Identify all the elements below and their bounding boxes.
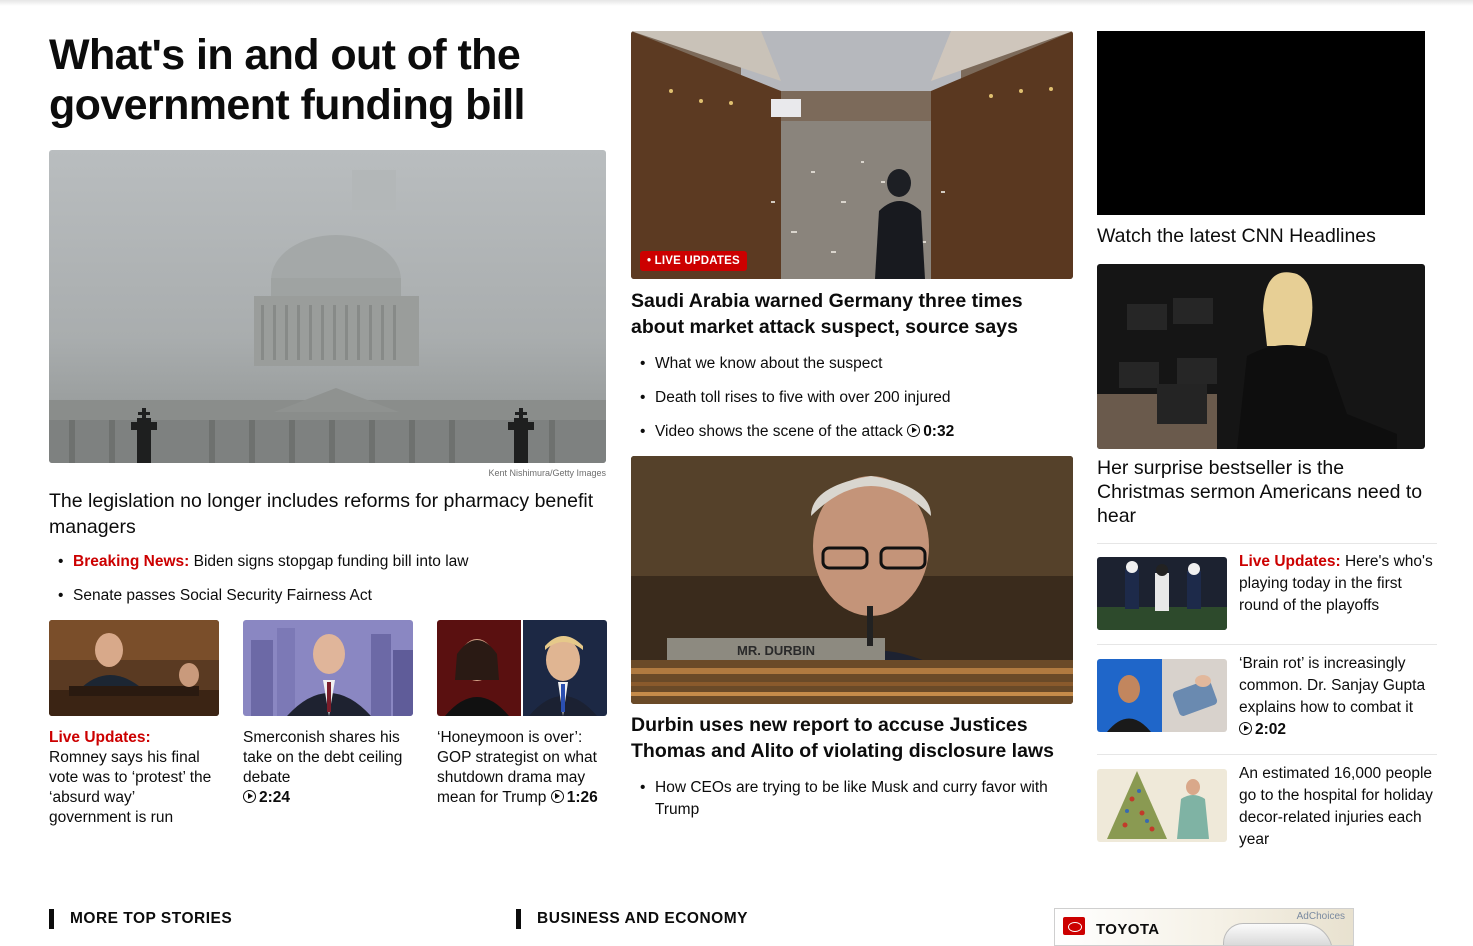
bullet-text: Death toll rises to five with over 200 i… bbox=[655, 389, 951, 406]
play-icon bbox=[550, 790, 564, 803]
bullet-text: Biden signs stopgap funding bill into la… bbox=[193, 553, 469, 570]
middle-bullet-item[interactable]: What we know about the suspect bbox=[631, 354, 1073, 374]
lead-headline-link[interactable]: What's in and out of the government fund… bbox=[49, 30, 606, 130]
live-updates-label: Live Updates: bbox=[1239, 553, 1341, 570]
durbin-photo: MR. DURBIN bbox=[631, 456, 1073, 704]
story-cards: Live Updates: Romney says his final vote … bbox=[49, 620, 607, 828]
side-story[interactable]: Live Updates: Here's who's playing today… bbox=[1097, 543, 1437, 630]
lead-headline: What's in and out of the government fund… bbox=[49, 31, 526, 129]
card-title: ‘Honeymoon is over’: GOP strategist on w… bbox=[437, 728, 607, 808]
bullet-text: How CEOs are trying to be like Musk and … bbox=[655, 779, 1048, 818]
breaking-news-label: Breaking News: bbox=[73, 553, 190, 570]
feature-photo bbox=[1097, 264, 1425, 449]
holiday-thumbnail bbox=[1097, 769, 1227, 842]
video-player[interactable] bbox=[1097, 31, 1425, 215]
lead-bullets: Breaking News: Biden signs stopgap fundi… bbox=[49, 552, 606, 606]
side-story-title: Live Updates: Here's who's playing today… bbox=[1239, 551, 1437, 630]
live-updates-badge: • LIVE UPDATES bbox=[640, 251, 747, 271]
car-image bbox=[1223, 923, 1333, 945]
middle-bullets: What we know about the suspect Death tol… bbox=[631, 354, 1073, 442]
smerconish-thumbnail bbox=[243, 620, 413, 716]
market-photo bbox=[631, 31, 1073, 279]
image-credit: Kent Nishimura/Getty Images bbox=[488, 468, 606, 478]
story-card[interactable]: Live Updates: Romney says his final vote … bbox=[49, 620, 219, 828]
side-story-title: ‘Brain rot’ is increasingly common. Dr. … bbox=[1239, 653, 1437, 741]
lede-link[interactable]: The legislation no longer includes refor… bbox=[49, 488, 606, 540]
ad-choices-link[interactable]: AdChoices bbox=[1297, 911, 1345, 922]
feature-headline: Her surprise bestseller is the Christmas… bbox=[1097, 457, 1423, 527]
side-story-title: An estimated 16,000 people go to the hos… bbox=[1239, 763, 1437, 851]
lead-bullet-item[interactable]: Breaking News: Biden signs stopgap fundi… bbox=[49, 552, 606, 572]
story-card[interactable]: ‘Honeymoon is over’: GOP strategist on w… bbox=[437, 620, 607, 828]
live-updates-label: Live Updates: bbox=[49, 729, 151, 746]
side-story[interactable]: ‘Brain rot’ is increasingly common. Dr. … bbox=[1097, 644, 1437, 741]
feature-image[interactable] bbox=[1097, 264, 1425, 449]
top-shadow bbox=[0, 0, 1473, 6]
capitol-photo bbox=[49, 150, 606, 463]
story-card[interactable]: Smerconish shares his take on the debt c… bbox=[243, 620, 413, 828]
side-story[interactable]: An estimated 16,000 people go to the hos… bbox=[1097, 754, 1437, 851]
durbin-headline: Durbin uses new report to accuse Justice… bbox=[631, 714, 1054, 762]
lead-lede: The legislation no longer includes refor… bbox=[49, 490, 594, 538]
durbin-bullets: How CEOs are trying to be like Musk and … bbox=[631, 777, 1073, 821]
play-icon bbox=[243, 790, 256, 803]
honeymoon-thumbnail bbox=[437, 620, 607, 716]
middle-bullet-item[interactable]: Death toll rises to five with over 200 i… bbox=[631, 388, 1073, 408]
bullet-text: Video shows the scene of the attack bbox=[655, 423, 903, 440]
video-duration: 2:24 bbox=[243, 789, 290, 806]
section-more-top-stories[interactable]: MORE TOP STORIES bbox=[49, 909, 232, 929]
capitol-image[interactable] bbox=[49, 150, 606, 463]
toyota-logo-icon bbox=[1063, 917, 1085, 935]
lead-story: What's in and out of the government fund… bbox=[49, 30, 607, 828]
middle-bullet-item[interactable]: Video shows the scene of the attack 0:32 bbox=[631, 422, 1073, 442]
bullet-text: What we know about the suspect bbox=[655, 355, 883, 372]
durbin-image[interactable]: MR. DURBIN bbox=[631, 456, 1073, 704]
market-image[interactable]: • LIVE UPDATES bbox=[631, 31, 1073, 279]
video-duration: 1:26 bbox=[550, 789, 598, 806]
video-duration: 2:02 bbox=[1239, 721, 1286, 738]
bullet-text: Senate passes Social Security Fairness A… bbox=[73, 587, 372, 604]
football-thumbnail bbox=[1097, 557, 1227, 630]
video-title-link[interactable]: Watch the latest CNN Headlines bbox=[1097, 224, 1437, 248]
middle-column: • LIVE UPDATES Saudi Arabia warned Germa… bbox=[631, 31, 1073, 835]
video-title: Watch the latest CNN Headlines bbox=[1097, 225, 1376, 247]
lead-bullet-item[interactable]: Senate passes Social Security Fairness A… bbox=[49, 586, 606, 606]
feature-headline-link[interactable]: Her surprise bestseller is the Christmas… bbox=[1097, 456, 1437, 528]
card-text: Romney says his final vote was to ‘prote… bbox=[49, 749, 212, 826]
toyota-ad[interactable]: TOYOTA AdChoices bbox=[1054, 908, 1354, 946]
card-text: Smerconish shares his take on the debt c… bbox=[243, 729, 403, 786]
side-story-text: ‘Brain rot’ is increasingly common. Dr. … bbox=[1239, 655, 1426, 716]
middle-headline: Saudi Arabia warned Germany three times … bbox=[631, 290, 1023, 338]
romney-thumbnail bbox=[49, 620, 219, 716]
durbin-bullet-item[interactable]: How CEOs are trying to be like Musk and … bbox=[631, 777, 1073, 821]
nameplate: MR. DURBIN bbox=[737, 643, 815, 658]
play-icon bbox=[907, 424, 921, 437]
brain-rot-thumbnail bbox=[1097, 659, 1227, 732]
ad-brand: TOYOTA bbox=[1096, 921, 1160, 938]
side-story-text: An estimated 16,000 people go to the hos… bbox=[1239, 765, 1433, 848]
card-title: Live Updates: Romney says his final vote … bbox=[49, 728, 219, 828]
play-icon bbox=[1239, 722, 1252, 735]
durbin-headline-link[interactable]: Durbin uses new report to accuse Justice… bbox=[631, 712, 1073, 764]
right-column: Watch the latest CNN Headlines Her surpr… bbox=[1097, 31, 1437, 851]
section-business-economy[interactable]: BUSINESS AND ECONOMY bbox=[516, 909, 748, 929]
middle-headline-link[interactable]: Saudi Arabia warned Germany three times … bbox=[631, 288, 1073, 340]
video-duration: 0:32 bbox=[907, 423, 954, 440]
card-title: Smerconish shares his take on the debt c… bbox=[243, 728, 413, 808]
